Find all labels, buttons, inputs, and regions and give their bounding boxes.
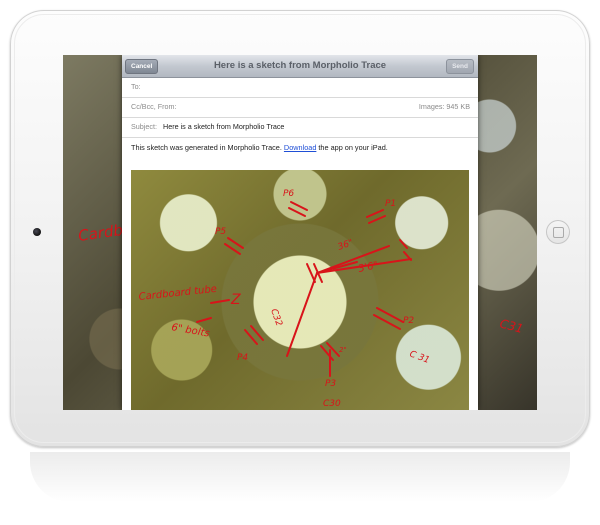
cancel-button[interactable]: Cancel — [125, 59, 159, 74]
mail-title: Here is a sketch from Morpholio Trace — [213, 60, 387, 71]
sketch-annotations: P6 P1 P5 P2 P4 P3 36" 3'6" C32 C 31 C30 … — [138, 189, 431, 409]
dim-end-tick-1 — [399, 239, 408, 249]
to-label: To: — [131, 82, 141, 91]
mail-body-text[interactable]: This sketch was generated in Morpholio T… — [131, 143, 388, 152]
body-suffix: the app on your iPad. — [318, 143, 388, 152]
send-button[interactable]: Send — [446, 59, 474, 74]
subject-field[interactable]: Subject: Here is a sketch from Morpholio… — [122, 117, 478, 138]
attached-sketch-image: P6 P1 P5 P2 P4 P3 36" 3'6" C32 C 31 C30 … — [131, 170, 469, 410]
cc-bcc-from-field[interactable]: Cc/Bcc, From: Images: 945 KB — [122, 97, 478, 118]
background-label-c31: C31 — [498, 316, 524, 336]
p1-tick-1 — [366, 209, 384, 218]
label-p3: P3 — [325, 379, 336, 389]
cardboard-arrow — [210, 299, 230, 304]
label-z: Z — [230, 292, 241, 308]
p2-tick-2 — [373, 314, 401, 330]
label-c32: C32 — [268, 308, 284, 328]
label-p5: P5 — [215, 227, 226, 237]
label-p2: P2 — [403, 316, 414, 326]
dimension-line-center — [286, 272, 318, 357]
subject-label: Subject: — [131, 122, 157, 131]
p6-tick-2 — [288, 207, 306, 217]
mail-navbar: Cancel Here is a sketch from Morpholio T… — [122, 55, 478, 78]
label-6in-bolts: 6" bolts — [170, 322, 210, 340]
cc-bcc-from-label: Cc/Bcc, From: — [131, 102, 177, 111]
label-cardboard-tube: Cardboard tube — [138, 284, 217, 303]
label-c31: C 31 — [408, 349, 431, 365]
front-camera — [33, 228, 41, 236]
label-p6: P6 — [283, 189, 294, 199]
ipad-screen: Cardbo C31 Cancel Here is a sketch from … — [63, 55, 537, 410]
ipad-reflection — [30, 452, 570, 502]
label-316: 3'6" — [357, 260, 379, 275]
body-prefix: This sketch was generated in Morpholio T… — [131, 143, 282, 152]
center-mark-1 — [306, 263, 316, 283]
p2-tick-1 — [376, 307, 404, 323]
to-field[interactable]: To: — [122, 77, 478, 98]
images-size[interactable]: Images: 945 KB — [419, 97, 470, 117]
p1-tick-2 — [368, 215, 386, 224]
label-p4: P4 — [237, 353, 248, 363]
download-link[interactable]: Download — [284, 143, 316, 152]
home-button-icon — [553, 227, 564, 238]
label-p1: P1 — [385, 199, 396, 209]
bolts-arrow — [196, 317, 212, 323]
label-c30: C30 — [323, 399, 341, 409]
label-2in: 2" — [339, 346, 347, 354]
subject-value[interactable]: Here is a sketch from Morpholio Trace — [163, 117, 284, 137]
mail-compose-sheet: Cancel Here is a sketch from Morpholio T… — [122, 55, 478, 410]
p6-tick-1 — [290, 201, 308, 211]
label-36: 36" — [337, 238, 355, 253]
